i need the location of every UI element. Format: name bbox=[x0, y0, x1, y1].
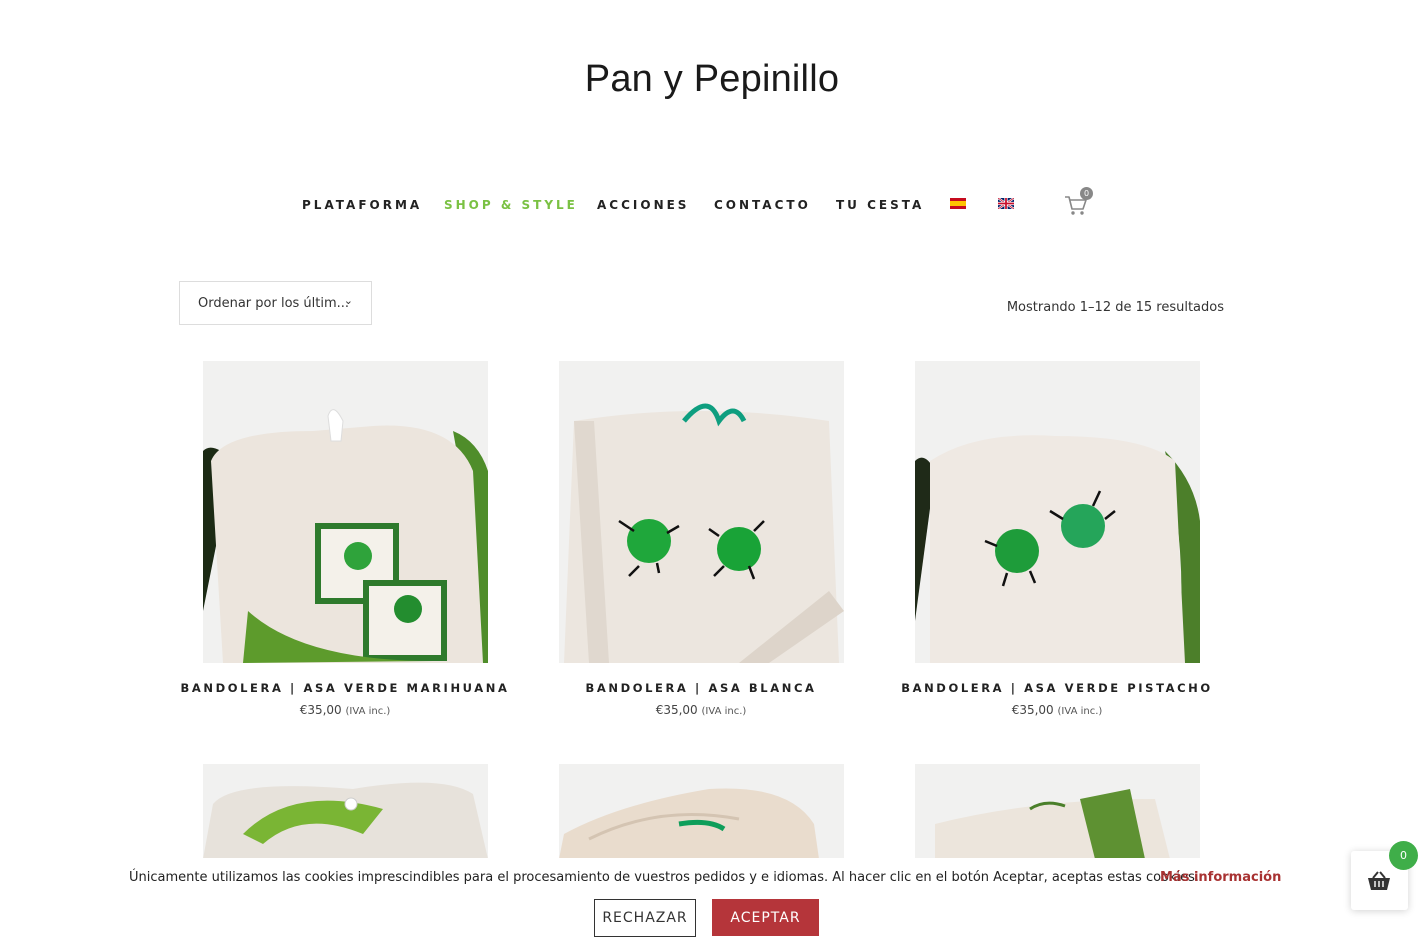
chevron-down-icon: ⌄ bbox=[343, 294, 353, 307]
cart-count-badge: 0 bbox=[1080, 187, 1093, 200]
product-title[interactable]: BANDOLERA | ASA VERDE MARIHUANA bbox=[175, 681, 515, 695]
product-image[interactable] bbox=[915, 764, 1200, 859]
product-card[interactable]: BANDOLERA | ASA VERDE MARIHUANA €35,00 (… bbox=[175, 361, 515, 717]
nav-item-plataforma[interactable]: PLATAFORMA bbox=[302, 198, 422, 212]
main-nav: PLATAFORMA SHOP & STYLE ACCIONES CONTACT… bbox=[0, 187, 1424, 220]
basket-icon bbox=[1368, 871, 1390, 890]
product-image[interactable] bbox=[203, 764, 488, 859]
sort-select-label: Ordenar por los últim... bbox=[198, 296, 350, 311]
product-card[interactable]: BANDOLERA | ASA BLANCA €35,00 (IVA inc.) bbox=[531, 361, 871, 717]
price-tax-note: (IVA inc.) bbox=[345, 706, 391, 717]
product-image[interactable] bbox=[559, 764, 844, 859]
price-tax-note: (IVA inc.) bbox=[1057, 706, 1103, 717]
product-card[interactable]: BANDOLERA | ASA VERDE PISTACHO €35,00 (I… bbox=[887, 361, 1227, 717]
uk-flag-icon[interactable] bbox=[998, 198, 1014, 209]
nav-item-contacto[interactable]: CONTACTO bbox=[714, 198, 811, 212]
cookie-banner: Únicamente utilizamos las cookies impres… bbox=[0, 858, 1424, 944]
product-image[interactable] bbox=[558, 361, 844, 663]
result-count: Mostrando 1–12 de 15 resultados bbox=[1006, 300, 1224, 315]
nav-item-acciones[interactable]: ACCIONES bbox=[597, 198, 689, 212]
product-price: €35,00 (IVA inc.) bbox=[175, 703, 515, 717]
price-tax-note: (IVA inc.) bbox=[701, 706, 747, 717]
price-amount: €35,00 bbox=[1011, 703, 1054, 717]
accept-cookies-button[interactable]: ACEPTAR bbox=[712, 899, 819, 936]
floating-cart-count: 0 bbox=[1389, 841, 1418, 870]
es-flag-icon[interactable] bbox=[950, 198, 966, 209]
product-price: €35,00 (IVA inc.) bbox=[887, 703, 1227, 717]
price-amount: €35,00 bbox=[655, 703, 698, 717]
sort-select[interactable]: Ordenar por los últim... ⌄ bbox=[179, 281, 372, 325]
product-title[interactable]: BANDOLERA | ASA VERDE PISTACHO bbox=[887, 681, 1227, 695]
product-image[interactable] bbox=[914, 361, 1200, 663]
product-title[interactable]: BANDOLERA | ASA BLANCA bbox=[531, 681, 871, 695]
price-amount: €35,00 bbox=[299, 703, 342, 717]
site-logo[interactable]: Pan y Pepinillo bbox=[0, 58, 1424, 101]
product-price: €35,00 (IVA inc.) bbox=[531, 703, 871, 717]
more-info-link[interactable]: Más información bbox=[1160, 870, 1281, 885]
nav-item-shop-style[interactable]: SHOP & STYLE bbox=[444, 198, 578, 212]
reject-cookies-button[interactable]: RECHAZAR bbox=[594, 899, 696, 937]
nav-item-tu-cesta[interactable]: TU CESTA bbox=[836, 198, 924, 212]
cookie-notice-text: Únicamente utilizamos las cookies impres… bbox=[129, 870, 1200, 885]
product-image[interactable] bbox=[202, 361, 488, 663]
